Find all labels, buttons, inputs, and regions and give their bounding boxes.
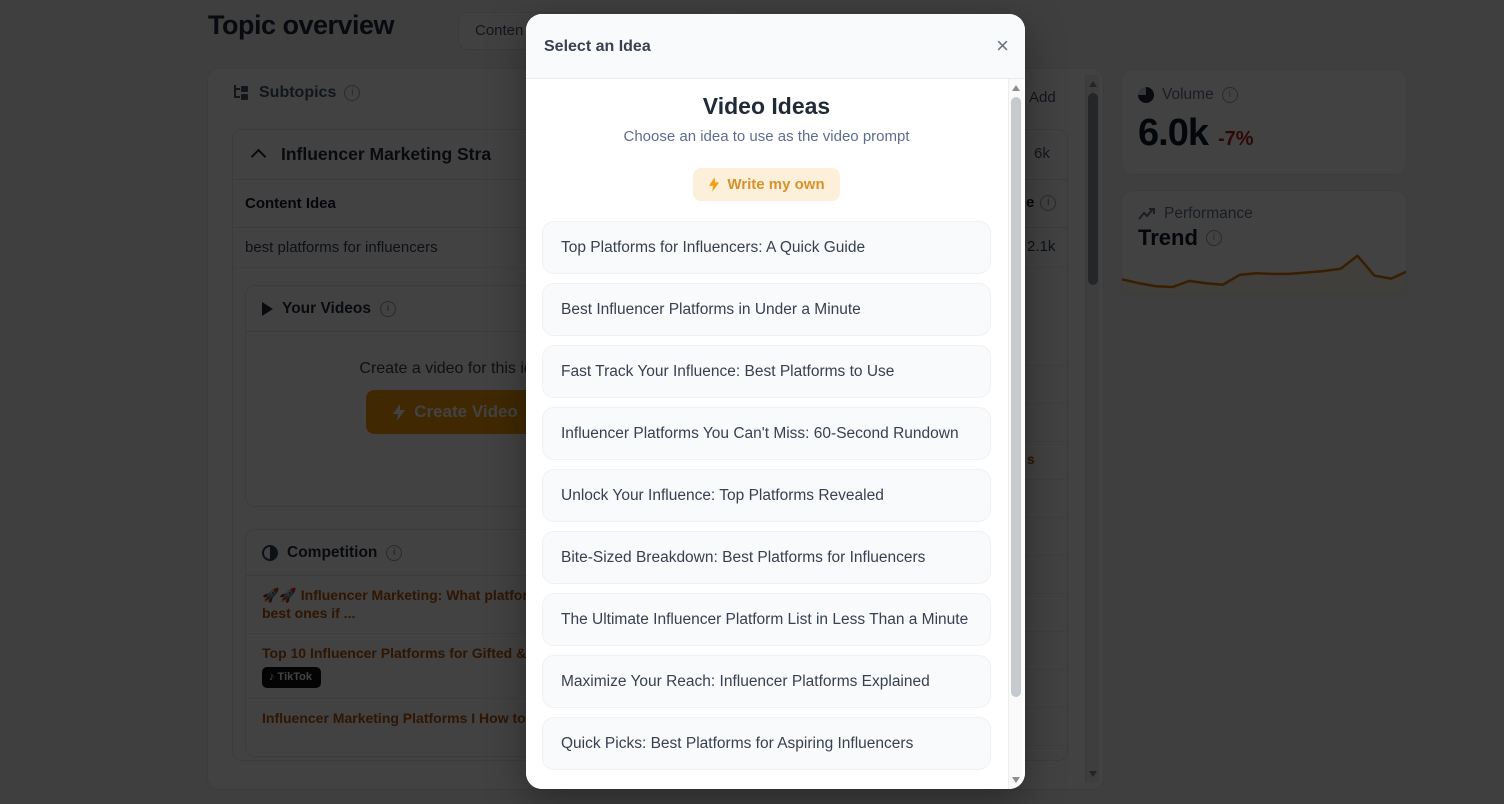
idea-option[interactable]: Quick Picks: Best Platforms for Aspiring… bbox=[542, 717, 991, 770]
idea-option[interactable]: Fast Track Your Influence: Best Platform… bbox=[542, 345, 991, 398]
close-icon[interactable]: × bbox=[996, 14, 1009, 79]
screen: Topic overview Conten Subtopics Add bbox=[0, 0, 1504, 804]
select-idea-modal: Select an Idea × Video Ideas Choose an i… bbox=[526, 14, 1025, 789]
idea-option[interactable]: Best Influencer Platforms in Under a Min… bbox=[542, 283, 991, 336]
idea-option[interactable]: Bite-Sized Breakdown: Best Platforms for… bbox=[542, 531, 991, 584]
scroll-up-icon[interactable] bbox=[1012, 85, 1020, 91]
idea-list: Top Platforms for Influencers: A Quick G… bbox=[542, 221, 991, 770]
scroll-down-icon[interactable] bbox=[1012, 777, 1020, 783]
video-ideas-subtitle: Choose an idea to use as the video promp… bbox=[542, 126, 991, 148]
idea-option[interactable]: The Ultimate Influencer Platform List in… bbox=[542, 593, 991, 646]
modal-scrollbar[interactable] bbox=[1008, 79, 1022, 789]
idea-option[interactable]: Top Platforms for Influencers: A Quick G… bbox=[542, 221, 991, 274]
modal-header: Select an Idea × bbox=[526, 14, 1025, 79]
scrollbar-thumb[interactable] bbox=[1011, 97, 1021, 697]
idea-option[interactable]: Maximize Your Reach: Influencer Platform… bbox=[542, 655, 991, 708]
idea-option[interactable]: Unlock Your Influence: Top Platforms Rev… bbox=[542, 469, 991, 522]
video-ideas-heading: Video Ideas bbox=[542, 91, 991, 121]
idea-option[interactable]: Influencer Platforms You Can't Miss: 60-… bbox=[542, 407, 991, 460]
write-my-own-button[interactable]: Write my own bbox=[693, 168, 839, 201]
modal-body: Video Ideas Choose an idea to use as the… bbox=[526, 79, 1025, 789]
lightning-icon bbox=[708, 177, 720, 192]
modal-title: Select an Idea bbox=[544, 14, 651, 79]
